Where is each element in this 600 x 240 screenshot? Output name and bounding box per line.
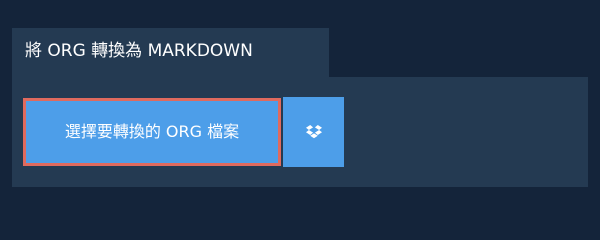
dropbox-icon [305,125,322,139]
choose-file-button[interactable]: 選擇要轉換的 ORG 檔案 [23,98,281,166]
converter-title: 將 ORG 轉換為 MARKDOWN [25,41,253,61]
converter-tab: 將 ORG 轉換為 MARKDOWN [12,28,329,77]
choose-file-label: 選擇要轉換的 ORG 檔案 [64,122,240,141]
dropbox-button[interactable] [283,97,344,167]
